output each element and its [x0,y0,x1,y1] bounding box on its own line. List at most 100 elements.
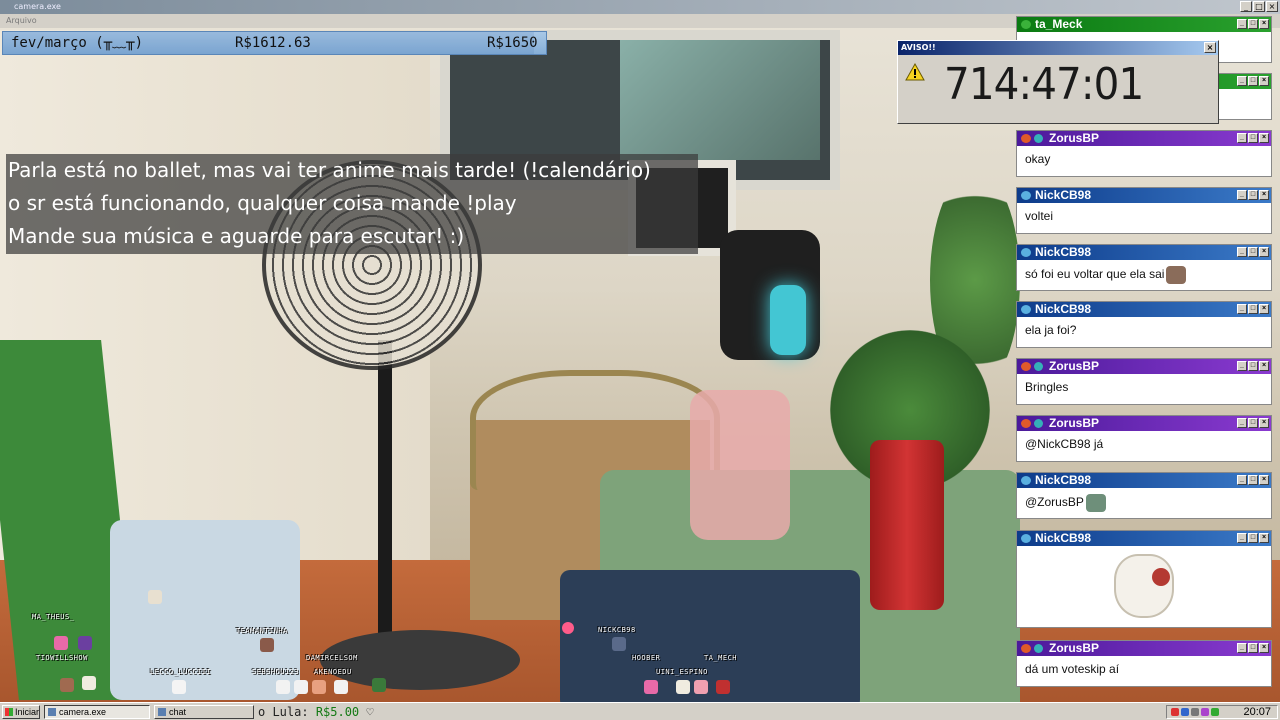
close-button[interactable]: × [1259,304,1269,314]
maximize-button[interactable]: □ [1248,247,1258,257]
viewer-name: MA_THEUS_ [32,613,75,621]
chat-message: ZorusBP _ □ × okay [1016,130,1272,177]
maximize-button[interactable]: □ [1248,533,1258,543]
viewer-name: HOOBER [632,654,661,662]
donation-label: o Lula: [258,705,309,719]
viewer-name: LECCO_LUCCIII [150,668,212,676]
start-button[interactable]: Iniciar [2,705,40,719]
viewer-avatar [54,636,68,650]
maximize-button[interactable]: □ [1253,1,1265,12]
close-button[interactable]: × [1259,361,1269,371]
tray-icon[interactable] [1191,708,1199,716]
chat-username: ZorusBP [1049,416,1100,430]
close-button[interactable]: × [1259,475,1269,485]
minimize-button[interactable]: _ [1237,76,1247,86]
chat-message: NickCB98 _ □ × [1016,530,1272,628]
close-button[interactable]: × [1259,247,1269,257]
minimize-button[interactable]: _ [1237,643,1247,653]
minimize-button[interactable]: _ [1237,304,1247,314]
donation-ticker: o Lula: R$5.00 ♡ [258,703,374,720]
minimize-button[interactable]: _ [1237,19,1247,29]
globe-badge-icon [1034,362,1043,371]
maximize-button[interactable]: □ [1248,76,1258,86]
heart-icon: ♡ [366,705,374,719]
tray-icon[interactable] [1211,708,1219,716]
alert-window: AVISO!! × 714:47:01 [897,40,1219,124]
maximize-button[interactable]: □ [1248,190,1258,200]
maximize-button[interactable]: □ [1248,643,1258,653]
viewer-name: SEBSHOU123 [252,668,300,676]
minimize-button[interactable]: _ [1240,1,1252,12]
close-button[interactable]: × [1259,418,1269,428]
minimize-button[interactable]: _ [1237,361,1247,371]
tray-icon[interactable] [1181,708,1189,716]
close-button[interactable]: × [1259,133,1269,143]
chat-username: ta_Meck [1035,17,1083,31]
viewer-avatar [82,676,96,690]
viewer-avatar [334,680,348,694]
emote-icon [1166,266,1187,284]
chat-text: dá um voteskip aí [1025,662,1120,676]
viewer-avatar [172,680,186,694]
maximize-button[interactable]: □ [1248,361,1258,371]
chat-message-header: ZorusBP _ □ × [1017,416,1271,431]
tray-icon[interactable] [1171,708,1179,716]
minimize-button[interactable]: _ [1237,475,1247,485]
chat-message-header: ZorusBP _ □ × [1017,131,1271,146]
close-button[interactable]: × [1266,1,1278,12]
tray-icon[interactable] [1201,708,1209,716]
chat-username: NickCB98 [1035,302,1092,316]
chat-text: okay [1025,152,1051,166]
minimize-button[interactable]: _ [1237,133,1247,143]
maximize-button[interactable]: □ [1248,475,1258,485]
window-title: camera.exe [14,2,61,11]
chat-username: ZorusBP [1049,131,1100,145]
chat-message: NickCB98 _ □ × só foi eu voltar que ela sa… [1016,244,1272,291]
close-button[interactable]: × [1259,190,1269,200]
close-button[interactable]: × [1259,643,1269,653]
viewer-avatar [312,680,326,694]
chat-message-header: NickCB98 _ □ × [1017,302,1271,317]
chat-text: ela ja foi? [1025,323,1077,337]
globe-badge-icon [1034,134,1043,143]
user-icon [1021,248,1031,257]
viewer-avatar [676,680,690,694]
alert-titlebar: AVISO!! × [898,41,1218,55]
chat-message: NickCB98 _ □ × @ZorusBP [1016,472,1272,519]
chat-text: voltei [1025,209,1054,223]
chips-can [870,440,944,610]
task-camera[interactable]: camera.exe [44,705,150,719]
close-button[interactable]: × [1259,19,1269,29]
task-chat[interactable]: chat [154,705,254,719]
chat-message: ZorusBP _ □ × @NickCB98 já [1016,415,1272,462]
donation-amount: R$5.00 [315,705,360,719]
maximize-button[interactable]: □ [1248,418,1258,428]
chat-text: só foi eu voltar que ela sai [1025,267,1165,282]
minimize-button[interactable]: _ [1237,247,1247,257]
pink-bottle [690,390,790,540]
chat-message: NickCB98 _ □ × voltei [1016,187,1272,234]
maximize-button[interactable]: □ [1248,304,1258,314]
alert-title: AVISO!! [901,43,936,52]
minimize-button[interactable]: _ [1237,190,1247,200]
maximize-button[interactable]: □ [1248,19,1258,29]
minimize-button[interactable]: _ [1237,533,1247,543]
globe-badge-icon [1034,419,1043,428]
chat-message-header: ta_Meck _ □ × [1017,17,1271,32]
heart-badge-icon [1021,362,1031,371]
maximize-button[interactable]: □ [1248,133,1258,143]
minimize-button[interactable]: _ [1237,418,1247,428]
menu-arquivo[interactable]: Arquivo [6,16,37,25]
chat-message-header: NickCB98 _ □ × [1017,473,1271,488]
countdown-timer: 714:47:01 [944,59,1144,110]
viewer-avatar [148,590,162,604]
close-button[interactable]: × [1204,42,1216,53]
user-icon [1021,476,1031,485]
viewer-name: DAMIRCELSOM [306,654,358,662]
heart-badge-icon [1021,644,1031,653]
close-button[interactable]: × [1259,76,1269,86]
close-button[interactable]: × [1259,533,1269,543]
task-label: chat [169,707,187,717]
viewer-avatar [276,680,290,694]
chat-username: ZorusBP [1049,641,1100,655]
